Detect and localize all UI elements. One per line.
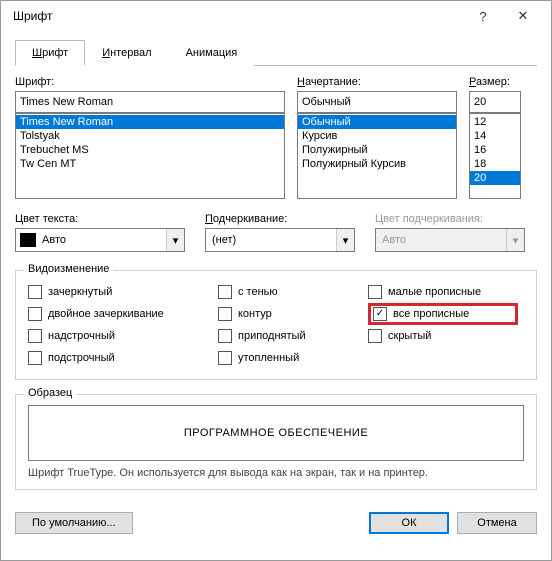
tabs: Шрифт Интервал Анимация xyxy=(15,39,537,66)
checkbox-superscript[interactable] xyxy=(28,329,42,343)
titlebar: Шрифт ? ✕ xyxy=(1,1,551,31)
list-item[interactable]: 20 xyxy=(470,171,520,185)
checkbox-shadow[interactable] xyxy=(218,285,232,299)
shadow-label: с тенью xyxy=(238,286,278,298)
list-item[interactable]: Times New Roman xyxy=(16,115,284,129)
sample-legend: Образец xyxy=(24,387,76,399)
subscript-label: подстрочный xyxy=(48,352,115,364)
checkbox-outline[interactable] xyxy=(218,307,232,321)
underline-dropdown[interactable]: (нет) ▾ xyxy=(205,228,355,252)
tab-font[interactable]: Шрифт xyxy=(15,40,85,66)
effects-legend: Видоизменение xyxy=(24,263,113,275)
list-item[interactable]: Tolstyak xyxy=(16,129,284,143)
font-label: Шрифт: xyxy=(15,76,285,88)
list-item[interactable]: Обычный xyxy=(298,115,456,129)
underlinecolor-dropdown: Авто ▾ xyxy=(375,228,525,252)
size-input[interactable] xyxy=(469,91,521,113)
hidden-label: скрытый xyxy=(388,330,431,342)
textcolor-value: Авто xyxy=(36,234,166,246)
list-item[interactable]: Полужирный xyxy=(298,143,456,157)
ok-button[interactable]: ОК xyxy=(369,512,449,534)
checkbox-dblstrike[interactable] xyxy=(28,307,42,321)
outline-label: контур xyxy=(238,308,272,320)
checkbox-allcaps[interactable]: ✓ xyxy=(373,307,387,321)
list-item[interactable]: Trebuchet MS xyxy=(16,143,284,157)
superscript-label: надстрочный xyxy=(48,330,115,342)
list-item[interactable]: Курсив xyxy=(298,129,456,143)
style-input[interactable] xyxy=(297,91,457,113)
strike-label: зачеркнутый xyxy=(48,286,112,298)
close-button[interactable]: ✕ xyxy=(503,1,543,31)
underline-label: Подчеркивание: xyxy=(205,213,355,225)
sample-box: ПРОГРАММНОЕ ОБЕСПЕЧЕНИЕ xyxy=(28,405,524,461)
emboss-label: приподнятый xyxy=(238,330,306,342)
help-button[interactable]: ? xyxy=(463,1,503,31)
font-input[interactable] xyxy=(15,91,285,113)
style-listbox[interactable]: ОбычныйКурсивПолужирныйПолужирный Курсив xyxy=(297,113,457,199)
font-dialog: Шрифт ? ✕ Шрифт Интервал Анимация Шрифт:… xyxy=(0,0,552,561)
checkbox-subscript[interactable] xyxy=(28,351,42,365)
list-item[interactable]: 14 xyxy=(470,129,520,143)
tab-animation[interactable]: Анимация xyxy=(169,40,255,66)
size-listbox[interactable]: 1214161820 xyxy=(469,113,521,199)
tab-interval[interactable]: Интервал xyxy=(85,40,168,66)
underlinecolor-label: Цвет подчеркивания: xyxy=(375,213,525,225)
smallcaps-label: малые прописные xyxy=(388,286,481,298)
checkbox-hidden[interactable] xyxy=(368,329,382,343)
style-label: Начертание: xyxy=(297,76,457,88)
underlinecolor-value: Авто xyxy=(376,234,506,246)
list-item[interactable]: 16 xyxy=(470,143,520,157)
checkbox-emboss[interactable] xyxy=(218,329,232,343)
textcolor-label: Цвет текста: xyxy=(15,213,185,225)
list-item[interactable]: Tw Cen MT xyxy=(16,157,284,171)
chevron-down-icon: ▾ xyxy=(336,229,354,251)
underline-value: (нет) xyxy=(206,234,336,246)
color-swatch-icon xyxy=(20,233,36,247)
cancel-button[interactable]: Отмена xyxy=(457,512,537,534)
font-listbox[interactable]: Times New RomanTolstyakTrebuchet MSTw Ce… xyxy=(15,113,285,199)
default-button[interactable]: По умолчанию... xyxy=(15,512,133,534)
list-item[interactable]: 18 xyxy=(470,157,520,171)
truetype-hint: Шрифт TrueType. Он используется для выво… xyxy=(28,467,524,479)
engrave-label: утопленный xyxy=(238,352,299,364)
button-bar: По умолчанию... ОК Отмена xyxy=(1,502,551,544)
size-label: Размер: xyxy=(469,76,531,88)
list-item[interactable]: 12 xyxy=(470,115,520,129)
list-item[interactable]: Полужирный Курсив xyxy=(298,157,456,171)
allcaps-highlight: ✓ все прописные xyxy=(368,303,518,325)
checkbox-smallcaps[interactable] xyxy=(368,285,382,299)
dblstrike-label: двойное зачеркивание xyxy=(48,308,164,320)
window-title: Шрифт xyxy=(13,9,463,23)
chevron-down-icon: ▾ xyxy=(166,229,184,251)
chevron-down-icon: ▾ xyxy=(506,229,524,251)
checkbox-engrave[interactable] xyxy=(218,351,232,365)
textcolor-dropdown[interactable]: Авто ▾ xyxy=(15,228,185,252)
checkbox-strike[interactable] xyxy=(28,285,42,299)
allcaps-label: все прописные xyxy=(393,308,469,320)
